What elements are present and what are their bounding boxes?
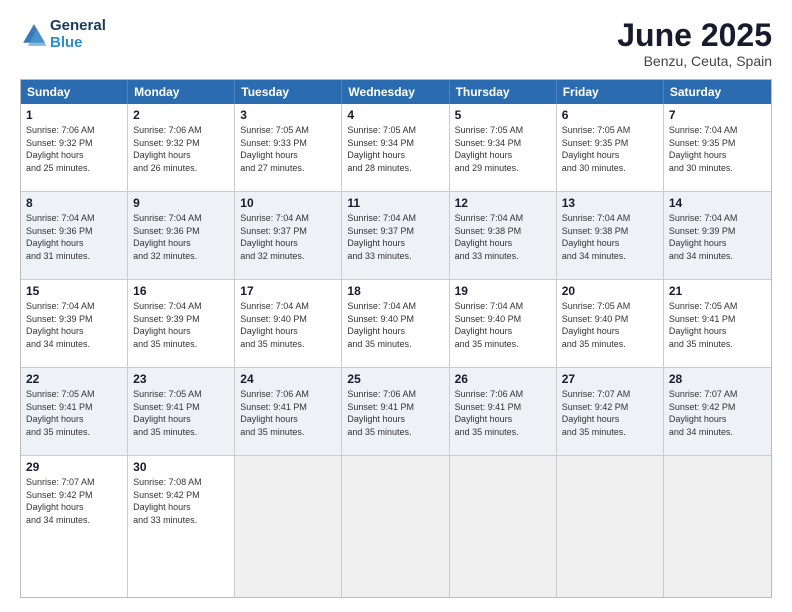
day-17: 17 Sunrise: 7:04 AMSunset: 9:40 PMDaylig… [235, 280, 342, 367]
empty-cell-1 [235, 456, 342, 597]
day-9: 9 Sunrise: 7:04 AMSunset: 9:36 PMDayligh… [128, 192, 235, 279]
header-friday: Friday [557, 80, 664, 104]
week-2: 8 Sunrise: 7:04 AMSunset: 9:36 PMDayligh… [21, 192, 771, 280]
day-11: 11 Sunrise: 7:04 AMSunset: 9:37 PMDaylig… [342, 192, 449, 279]
logo: General Blue [20, 18, 106, 51]
empty-cell-5 [664, 456, 771, 597]
day-10: 10 Sunrise: 7:04 AMSunset: 9:37 PMDaylig… [235, 192, 342, 279]
day-3: 3 Sunrise: 7:05 AMSunset: 9:33 PMDayligh… [235, 104, 342, 191]
day-18: 18 Sunrise: 7:04 AMSunset: 9:40 PMDaylig… [342, 280, 449, 367]
day-16: 16 Sunrise: 7:04 AMSunset: 9:39 PMDaylig… [128, 280, 235, 367]
calendar-page: General Blue June 2025 Benzu, Ceuta, Spa… [0, 0, 792, 612]
day-27: 27 Sunrise: 7:07 AMSunset: 9:42 PMDaylig… [557, 368, 664, 455]
header-saturday: Saturday [664, 80, 771, 104]
day-6: 6 Sunrise: 7:05 AMSunset: 9:35 PMDayligh… [557, 104, 664, 191]
header-wednesday: Wednesday [342, 80, 449, 104]
empty-cell-4 [557, 456, 664, 597]
calendar-header: Sunday Monday Tuesday Wednesday Thursday… [21, 80, 771, 104]
page-header: General Blue June 2025 Benzu, Ceuta, Spa… [20, 18, 772, 69]
week-3: 15 Sunrise: 7:04 AMSunset: 9:39 PMDaylig… [21, 280, 771, 368]
day-22: 22 Sunrise: 7:05 AMSunset: 9:41 PMDaylig… [21, 368, 128, 455]
day-5: 5 Sunrise: 7:05 AMSunset: 9:34 PMDayligh… [450, 104, 557, 191]
empty-cell-3 [450, 456, 557, 597]
day-2: 2 Sunrise: 7:06 AMSunset: 9:32 PMDayligh… [128, 104, 235, 191]
week-5: 29 Sunrise: 7:07 AMSunset: 9:42 PMDaylig… [21, 456, 771, 597]
day-19: 19 Sunrise: 7:04 AMSunset: 9:40 PMDaylig… [450, 280, 557, 367]
day-28: 28 Sunrise: 7:07 AMSunset: 9:42 PMDaylig… [664, 368, 771, 455]
day-21: 21 Sunrise: 7:05 AMSunset: 9:41 PMDaylig… [664, 280, 771, 367]
day-13: 13 Sunrise: 7:04 AMSunset: 9:38 PMDaylig… [557, 192, 664, 279]
day-30: 30 Sunrise: 7:08 AMSunset: 9:42 PMDaylig… [128, 456, 235, 597]
day-1: 1 Sunrise: 7:06 AMSunset: 9:32 PMDayligh… [21, 104, 128, 191]
header-monday: Monday [128, 80, 235, 104]
title-block: June 2025 Benzu, Ceuta, Spain [617, 18, 772, 69]
header-thursday: Thursday [450, 80, 557, 104]
calendar-subtitle: Benzu, Ceuta, Spain [617, 53, 772, 69]
day-20: 20 Sunrise: 7:05 AMSunset: 9:40 PMDaylig… [557, 280, 664, 367]
day-26: 26 Sunrise: 7:06 AMSunset: 9:41 PMDaylig… [450, 368, 557, 455]
day-12: 12 Sunrise: 7:04 AMSunset: 9:38 PMDaylig… [450, 192, 557, 279]
week-4: 22 Sunrise: 7:05 AMSunset: 9:41 PMDaylig… [21, 368, 771, 456]
day-4: 4 Sunrise: 7:05 AMSunset: 9:34 PMDayligh… [342, 104, 449, 191]
week-1: 1 Sunrise: 7:06 AMSunset: 9:32 PMDayligh… [21, 104, 771, 192]
day-15: 15 Sunrise: 7:04 AMSunset: 9:39 PMDaylig… [21, 280, 128, 367]
header-sunday: Sunday [21, 80, 128, 104]
empty-cell-2 [342, 456, 449, 597]
day-24: 24 Sunrise: 7:06 AMSunset: 9:41 PMDaylig… [235, 368, 342, 455]
calendar-title: June 2025 [617, 18, 772, 53]
calendar-table: Sunday Monday Tuesday Wednesday Thursday… [20, 79, 772, 598]
logo-icon [20, 21, 48, 49]
day-14: 14 Sunrise: 7:04 AMSunset: 9:39 PMDaylig… [664, 192, 771, 279]
day-7: 7 Sunrise: 7:04 AMSunset: 9:35 PMDayligh… [664, 104, 771, 191]
header-tuesday: Tuesday [235, 80, 342, 104]
day-8: 8 Sunrise: 7:04 AMSunset: 9:36 PMDayligh… [21, 192, 128, 279]
logo-text: General Blue [50, 18, 106, 51]
day-23: 23 Sunrise: 7:05 AMSunset: 9:41 PMDaylig… [128, 368, 235, 455]
day-25: 25 Sunrise: 7:06 AMSunset: 9:41 PMDaylig… [342, 368, 449, 455]
day-29: 29 Sunrise: 7:07 AMSunset: 9:42 PMDaylig… [21, 456, 128, 597]
